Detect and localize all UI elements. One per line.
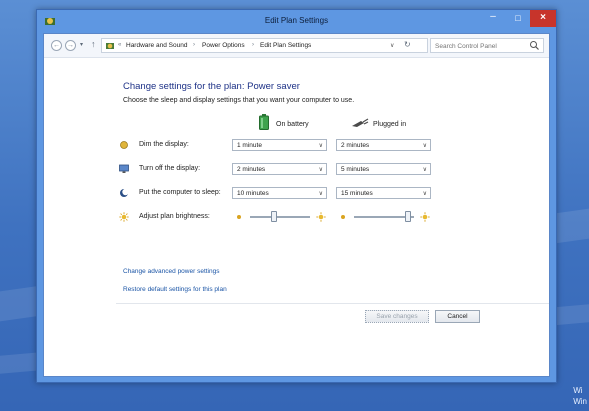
select-value: 10 minutes xyxy=(237,190,269,197)
search-icon[interactable] xyxy=(529,40,540,51)
dim-display-label: Dim the display: xyxy=(139,141,189,148)
control-panel-icon xyxy=(106,43,114,49)
brightness-battery-slider[interactable] xyxy=(271,211,277,222)
up-button[interactable]: ↑ xyxy=(91,39,96,49)
plugged-in-header: Plugged in xyxy=(373,121,407,128)
breadcrumb-power-options[interactable]: Power Options xyxy=(202,42,245,49)
dim-display-battery-select[interactable]: 1 minute ∨ xyxy=(232,139,327,151)
chevron-down-icon: ∨ xyxy=(422,191,427,197)
breadcrumb-separator[interactable]: › xyxy=(193,42,195,48)
divider xyxy=(116,303,549,304)
breadcrumb-edit-plan-settings[interactable]: Edit Plan Settings xyxy=(260,42,311,49)
select-value: 2 minutes xyxy=(237,166,266,173)
sleep-moon-icon xyxy=(120,188,129,197)
turn-off-display-battery-select[interactable]: 2 minutes ∨ xyxy=(232,163,327,175)
on-battery-header: On battery xyxy=(276,121,309,128)
advanced-power-settings-link[interactable]: Change advanced power settings xyxy=(123,268,219,275)
chevron-down-icon: ∨ xyxy=(422,167,427,173)
chevron-down-icon: ∨ xyxy=(422,143,427,149)
cancel-button[interactable]: Cancel xyxy=(435,310,480,323)
turn-off-display-plugged-select[interactable]: 5 minutes ∨ xyxy=(336,163,431,175)
select-value: 5 minutes xyxy=(341,166,370,173)
select-value: 15 minutes xyxy=(341,190,373,197)
desktop-watermark-line1: Wi xyxy=(573,386,583,395)
select-value: 1 minute xyxy=(237,142,262,149)
chevron-down-icon: ∨ xyxy=(318,143,323,149)
window-title: Edit Plan Settings xyxy=(264,16,329,25)
search-box[interactable] xyxy=(430,38,544,53)
refresh-button[interactable]: ↻ xyxy=(404,40,411,49)
turn-off-display-label: Turn off the display: xyxy=(139,165,201,172)
brightness-label: Adjust plan brightness: xyxy=(139,213,210,220)
recent-locations-button[interactable]: ▾ xyxy=(80,41,83,48)
desktop-watermark-line2: Win xyxy=(573,397,587,406)
dim-sun-icon xyxy=(237,215,241,219)
close-button[interactable]: × xyxy=(530,10,556,27)
search-input[interactable] xyxy=(435,41,525,51)
battery-icon xyxy=(259,114,269,130)
plug-icon xyxy=(352,118,369,127)
address-dropdown-button[interactable]: ∨ xyxy=(390,42,394,49)
restore-defaults-link[interactable]: Restore default settings for this plan xyxy=(123,286,227,293)
dim-display-plugged-select[interactable]: 2 minutes ∨ xyxy=(336,139,431,151)
page-title: Change settings for the plan: Power save… xyxy=(123,81,300,92)
brightness-sun-icon xyxy=(119,212,129,222)
breadcrumb-prefix: « xyxy=(118,42,122,48)
maximize-button[interactable]: □ xyxy=(506,10,530,27)
edit-plan-settings-window: Edit Plan Settings – □ × ← → ▾ ↑ « Hardw… xyxy=(36,9,557,383)
dim-display-icon xyxy=(120,141,128,149)
chevron-down-icon: ∨ xyxy=(318,191,323,197)
navigation-bar: ← → ▾ ↑ « Hardware and Sound › Power Opt… xyxy=(44,34,549,58)
sleep-label: Put the computer to sleep: xyxy=(139,189,221,196)
back-button[interactable]: ← xyxy=(51,40,62,51)
breadcrumb-separator[interactable]: › xyxy=(252,42,254,48)
address-bar[interactable]: « Hardware and Sound › Power Options › E… xyxy=(101,38,428,53)
forward-button[interactable]: → xyxy=(65,40,76,51)
page-subtitle: Choose the sleep and display settings th… xyxy=(123,97,355,104)
select-value: 2 minutes xyxy=(341,142,370,149)
brightness-plugged-slider[interactable] xyxy=(405,211,411,222)
desktop-watermark: Wi Win xyxy=(573,385,587,407)
window-client-area: ← → ▾ ↑ « Hardware and Sound › Power Opt… xyxy=(43,33,550,377)
brightness-battery-track[interactable] xyxy=(250,216,310,218)
minimize-button[interactable]: – xyxy=(480,10,506,27)
sleep-battery-select[interactable]: 10 minutes ∨ xyxy=(232,187,327,199)
dim-sun-icon xyxy=(341,215,345,219)
chevron-down-icon: ∨ xyxy=(318,167,323,173)
save-changes-button[interactable]: Save changes xyxy=(365,310,429,323)
breadcrumb-hardware-and-sound[interactable]: Hardware and Sound xyxy=(126,42,187,49)
title-bar[interactable]: Edit Plan Settings – □ × xyxy=(37,10,556,32)
bright-sun-icon xyxy=(316,212,326,222)
monitor-icon xyxy=(119,164,129,173)
sleep-plugged-select[interactable]: 15 minutes ∨ xyxy=(336,187,431,199)
bright-sun-icon xyxy=(420,212,430,222)
